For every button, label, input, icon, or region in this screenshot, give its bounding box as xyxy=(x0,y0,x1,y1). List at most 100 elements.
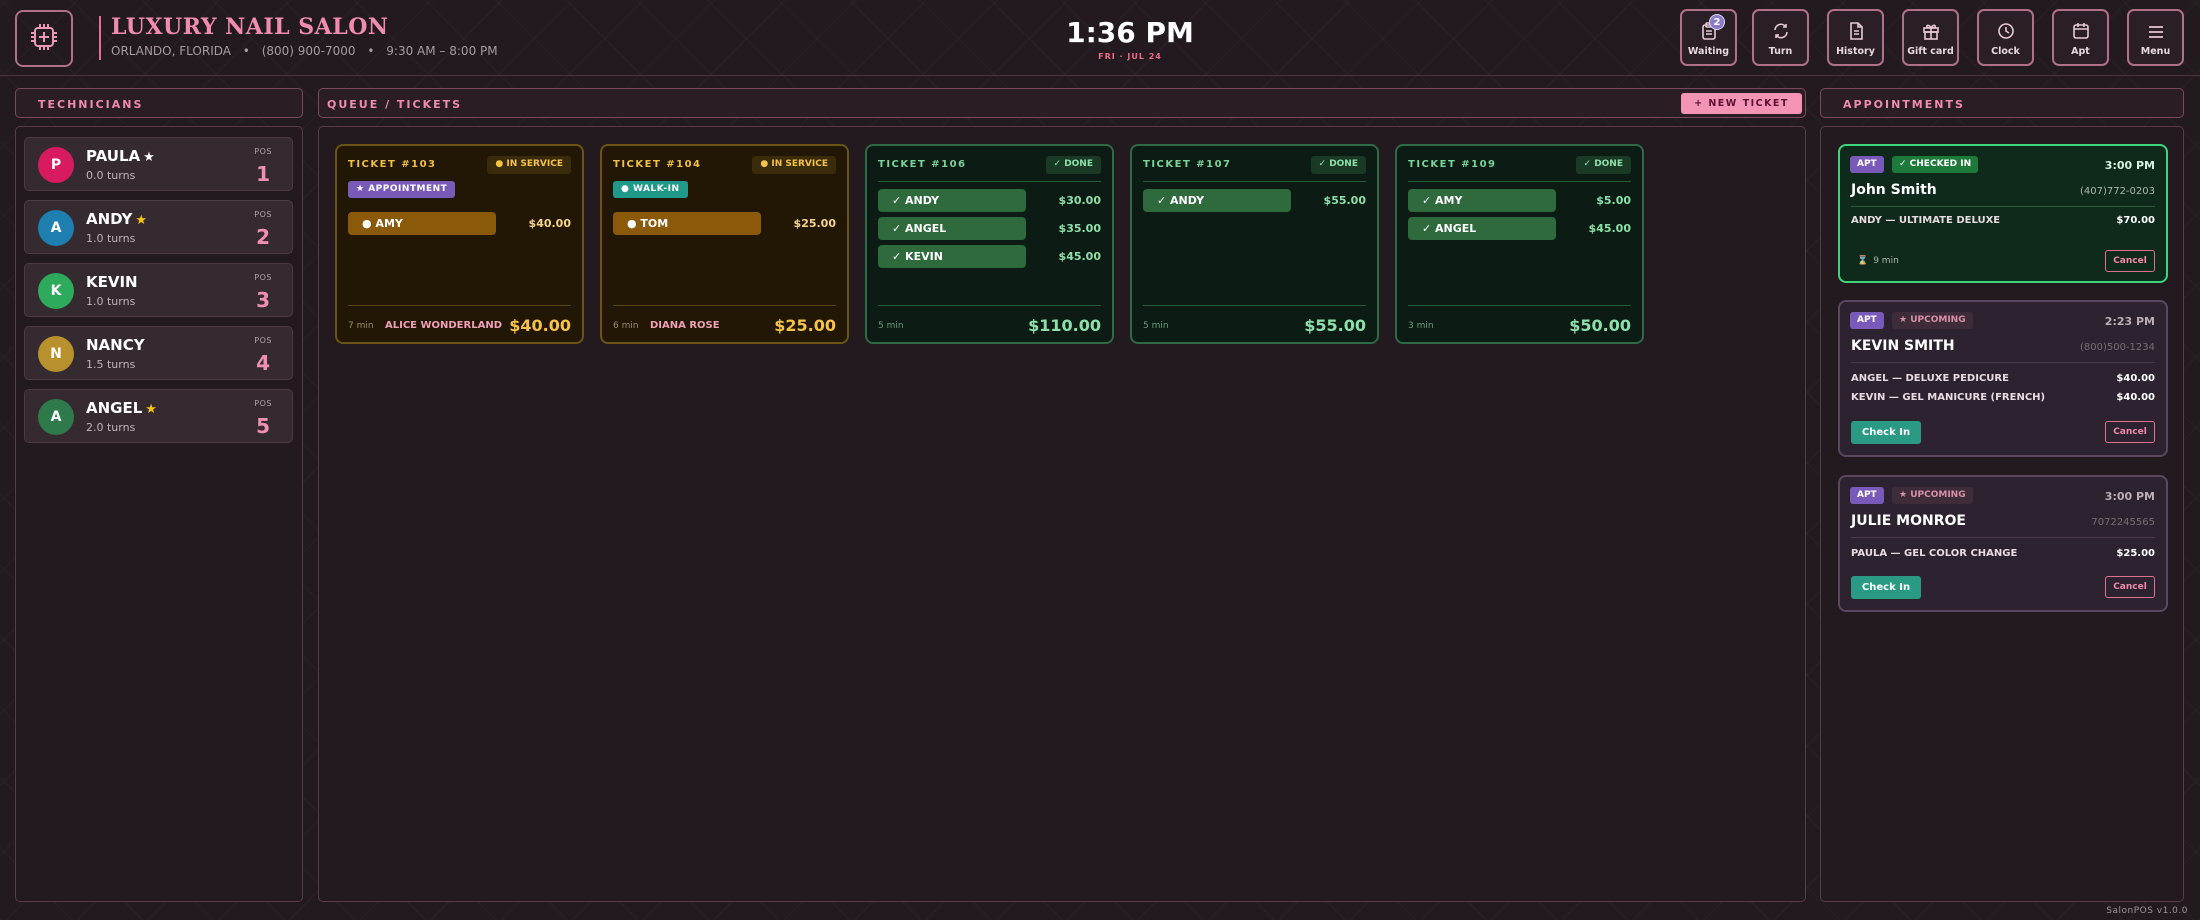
technician-turns: 1.5 turns xyxy=(86,358,136,371)
avatar: A xyxy=(38,399,74,435)
technician-name-text: NANCY xyxy=(86,336,145,354)
star-icon: ★ xyxy=(145,402,157,417)
current-date: FRI · JUL 24 xyxy=(1098,52,1162,61)
cancel-button[interactable]: Cancel xyxy=(2105,576,2155,598)
position-value: 5 xyxy=(256,414,270,438)
ticket-status-badge: ✓ DONE xyxy=(1045,156,1101,174)
technician-name-text: ANGEL xyxy=(86,399,143,417)
service-chip[interactable]: ✓ ANDY xyxy=(878,189,1026,212)
ticket-type-badge: ★ APPOINTMENT xyxy=(348,181,456,198)
position-label: POS xyxy=(254,210,272,219)
appointment-divider xyxy=(1851,537,2155,538)
position-value: 1 xyxy=(256,162,270,186)
technician-name: NANCY xyxy=(86,336,145,354)
ticket-card[interactable]: TICKET #107 ✓ DONE ✓ ANDY $55.00 5 min $55.00 xyxy=(1130,144,1379,344)
appointment-card[interactable]: APT ★ UPCOMING 3:00 PM JULIE MONROE 70722455… xyxy=(1838,475,2168,612)
ticket-total: $55.00 xyxy=(1304,316,1366,335)
new-ticket-button[interactable]: + NEW TICKET xyxy=(1681,93,1802,114)
ticket-number: TICKET #106 xyxy=(878,159,967,170)
service-price: $70.00 xyxy=(2116,215,2155,226)
technician-card[interactable]: A ANDY ★ 1.0 turns POS 2 xyxy=(24,200,293,254)
turn-button[interactable]: Turn xyxy=(1752,9,1809,66)
service-price: $25.00 xyxy=(2116,548,2155,559)
service-price: $25.00 xyxy=(793,217,836,230)
service-chip[interactable]: ● AMY xyxy=(348,212,496,235)
service-chip[interactable]: ✓ KEVIN xyxy=(878,245,1026,268)
position-value: 3 xyxy=(256,288,270,312)
client-name: JULIE MONROE xyxy=(1851,513,1966,529)
clock-button[interactable]: Clock xyxy=(1977,9,2034,66)
service-chip[interactable]: ● TOM xyxy=(613,212,761,235)
client-name: KEVIN SMITH xyxy=(1851,338,1955,354)
technician-name: KEVIN xyxy=(86,273,138,291)
top-bar: LUXURY NAIL SALON ORLANDO, FLORIDA • (80… xyxy=(0,0,2200,76)
technician-card[interactable]: P PAULA ★ 0.0 turns POS 1 xyxy=(24,137,293,191)
check-in-button[interactable]: Check In xyxy=(1851,421,1921,444)
avatar: A xyxy=(38,210,74,246)
salon-name: LUXURY NAIL SALON xyxy=(111,14,389,40)
appointments-heading: APPOINTMENTS xyxy=(1820,88,2184,118)
service-chip[interactable]: ✓ AMY xyxy=(1408,189,1556,212)
salon-location: ORLANDO, FLORIDA xyxy=(111,44,231,58)
ticket-footer-divider xyxy=(613,305,836,306)
technician-card[interactable]: K KEVIN 1.0 turns POS 3 xyxy=(24,263,293,317)
technician-card[interactable]: A ANGEL ★ 2.0 turns POS 5 xyxy=(24,389,293,443)
service-price: $30.00 xyxy=(1058,194,1101,207)
appointment-card[interactable]: APT ✓ CHECKED IN 3:00 PM John Smith (407)772… xyxy=(1838,144,2168,283)
check-in-button[interactable]: Check In xyxy=(1851,576,1921,599)
service-chip[interactable]: ✓ ANGEL xyxy=(878,217,1026,240)
appointment-status-badge: ★ UPCOMING xyxy=(1892,312,1973,329)
waiting-label: Waiting xyxy=(1687,46,1730,57)
technician-turns: 1.0 turns xyxy=(86,232,136,245)
ticket-total: $110.00 xyxy=(1028,316,1101,335)
appointment-status-badge: ✓ CHECKED IN xyxy=(1892,156,1979,173)
ticket-duration: 5 min xyxy=(878,321,904,331)
technician-name-text: ANDY xyxy=(86,210,133,228)
ticket-divider xyxy=(878,181,1101,182)
gift-icon xyxy=(1922,22,1940,40)
menu-label: Menu xyxy=(2140,46,2171,57)
service-chip[interactable]: ✓ ANDY xyxy=(1143,189,1291,212)
appointment-status-badge: ★ UPCOMING xyxy=(1892,487,1973,504)
cancel-button[interactable]: Cancel xyxy=(2105,250,2155,272)
history-label: History xyxy=(1836,46,1875,57)
ticket-card[interactable]: TICKET #109 ✓ DONE ✓ AMY $5.00 ✓ ANGEL $45.00… xyxy=(1395,144,1644,344)
waiting-count-badge: 2 xyxy=(1709,14,1725,30)
technician-card[interactable]: N NANCY 1.5 turns POS 4 xyxy=(24,326,293,380)
calendar-icon xyxy=(2072,22,2090,40)
service-price: $40.00 xyxy=(2116,373,2155,384)
ticket-card[interactable]: TICKET #106 ✓ DONE ✓ ANDY $30.00 ✓ ANGEL $35.… xyxy=(865,144,1114,344)
ticket-status-badge: ✓ DONE xyxy=(1575,156,1631,174)
position-value: 2 xyxy=(256,225,270,249)
appointment-time: 3:00 PM xyxy=(2104,490,2155,503)
service-price: $5.00 xyxy=(1596,194,1631,207)
service-chip[interactable]: ✓ ANGEL xyxy=(1408,217,1556,240)
client-phone: 7072245565 xyxy=(2091,517,2155,528)
technician-name: ANDY ★ xyxy=(86,210,147,228)
ticket-number: TICKET #107 xyxy=(1143,159,1232,170)
ticket-duration: 3 min xyxy=(1408,321,1434,331)
hourglass-icon: ⌛ xyxy=(1857,256,1869,266)
star-icon: ★ xyxy=(135,213,148,228)
ticket-duration: 5 min xyxy=(1143,321,1169,331)
clock-icon xyxy=(1997,22,2015,40)
technicians-heading: TECHNICIANS xyxy=(15,88,303,118)
logo xyxy=(15,10,73,67)
waiting-button[interactable]: 2 Waiting xyxy=(1680,9,1737,66)
service-price: $35.00 xyxy=(1058,222,1101,235)
waited-text: 9 min xyxy=(1873,256,1899,266)
cancel-button[interactable]: Cancel xyxy=(2105,421,2155,443)
appointment-card[interactable]: APT ★ UPCOMING 2:23 PM KEVIN SMITH (800)500-… xyxy=(1838,300,2168,457)
ticket-card[interactable]: TICKET #104 ● IN SERVICE ● WALK-IN ● TOM $25… xyxy=(600,144,849,344)
menu-button[interactable]: Menu xyxy=(2127,9,2184,66)
client-name: John Smith xyxy=(1851,182,1937,198)
technician-turns: 2.0 turns xyxy=(86,421,136,434)
technician-name-text: KEVIN xyxy=(86,273,138,291)
salon-info: ORLANDO, FLORIDA • (800) 900-7000 • 9:30… xyxy=(111,44,506,58)
gift-card-button[interactable]: Gift card xyxy=(1902,9,1959,66)
ticket-card[interactable]: TICKET #103 ● IN SERVICE ★ APPOINTMENT ● AM… xyxy=(335,144,584,344)
apt-button[interactable]: Apt xyxy=(2052,9,2109,66)
queue-heading: QUEUE / TICKETS xyxy=(318,88,1806,118)
hamburger-icon xyxy=(2147,24,2165,40)
history-button[interactable]: History xyxy=(1827,9,1884,66)
